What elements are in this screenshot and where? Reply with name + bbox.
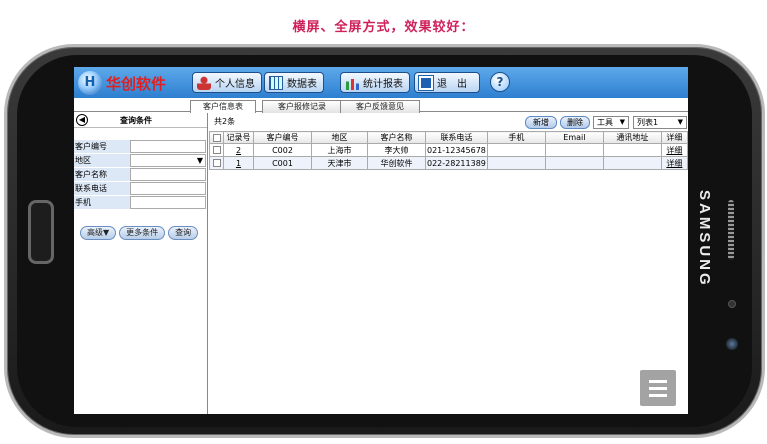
column-header[interactable]: 通讯地址 (602, 131, 662, 144)
region: 上海市 (311, 143, 368, 157)
home-button[interactable] (28, 200, 54, 264)
column-header[interactable]: 联系电话 (425, 131, 488, 144)
customer-name-input[interactable] (130, 168, 206, 181)
grid-icon (269, 75, 283, 90)
record-id[interactable]: 2 (223, 143, 254, 157)
query-panel: ◀ 查询条件 客户编号 地区 ▼ 客户名称 联系电话 手机 高级▼ 更多条件 查… (74, 113, 208, 414)
record-id[interactable]: 1 (223, 156, 254, 170)
help-icon[interactable]: ? (490, 72, 510, 92)
customer-table: 记录号 客户编号 地区 客户名称 联系电话 手机 Email 通讯地址 详细 2… (209, 131, 688, 170)
list-select-value: 列表1 (637, 118, 659, 127)
device-brand-label: SAMSUNG (696, 190, 713, 288)
app-screen: H 华创软件 个人信息 数据表 统计报表 退 出 ? 客户信息表 客户报修记录 … (74, 67, 688, 414)
advanced-button[interactable]: 高级▼ (80, 226, 117, 240)
chart-icon (345, 75, 359, 90)
detail-link[interactable]: 详细 (660, 156, 688, 170)
form-row-phone: 联系电话 (74, 182, 207, 196)
mobile (486, 143, 546, 157)
region-select[interactable]: ▼ (130, 154, 206, 167)
customer-name: 华创软件 (367, 156, 426, 170)
field-label: 联系电话 (74, 182, 130, 195)
column-header[interactable]: 客户名称 (367, 131, 426, 144)
email (544, 156, 604, 170)
column-header[interactable]: Email (544, 131, 604, 144)
row-checkbox[interactable] (209, 143, 224, 157)
column-header[interactable]: 详细 (660, 131, 688, 144)
more-conditions-button[interactable]: 更多条件 (119, 226, 166, 240)
tab-feedback[interactable]: 客户反馈意见 (340, 100, 420, 113)
column-header[interactable]: 地区 (311, 131, 368, 144)
form-row-mobile: 手机 (74, 196, 207, 210)
column-header[interactable]: 手机 (486, 131, 546, 144)
mobile (486, 156, 546, 170)
statistics-report-button[interactable]: 统计报表 (340, 72, 410, 93)
exit-label: 退 出 (437, 79, 467, 90)
exit-button[interactable]: 退 出 (414, 72, 480, 93)
page-caption: 横屏、全屏方式，效果较好： (292, 20, 475, 35)
query-buttons: 高级▼ 更多条件 查询 (80, 226, 199, 240)
statistics-report-label: 统计报表 (363, 79, 403, 90)
data-table-label: 数据表 (287, 79, 317, 90)
column-header[interactable]: 记录号 (223, 131, 254, 144)
camera-icon (726, 338, 738, 350)
row-checkbox[interactable] (209, 156, 224, 170)
field-label: 客户名称 (74, 168, 130, 181)
query-button[interactable]: 查询 (168, 226, 199, 240)
column-header[interactable]: 客户编号 (253, 131, 312, 144)
app-logo-icon: H (78, 71, 102, 95)
data-table-button[interactable]: 数据表 (264, 72, 324, 93)
form-row-code: 客户编号 (74, 140, 207, 154)
tab-bar: 客户信息表 客户报修记录 客户反馈意见 (74, 98, 688, 114)
detail-link[interactable]: 详细 (660, 143, 688, 157)
address (602, 156, 662, 170)
phone: 022-28211389 (425, 156, 488, 170)
person-icon (197, 75, 211, 90)
new-button[interactable]: 新增 (525, 116, 557, 129)
field-label: 手机 (74, 196, 130, 209)
app-name: 华创软件 (106, 75, 167, 93)
collapse-icon[interactable]: ◀ (76, 114, 88, 126)
personal-info-button[interactable]: 个人信息 (192, 72, 262, 93)
field-label: 客户编号 (74, 140, 130, 153)
delete-button[interactable]: 删除 (560, 116, 590, 129)
mobile-input[interactable] (130, 196, 206, 209)
address (602, 143, 662, 157)
data-grid-panel: 共2条 新增 删除 工具 ▼ 列表1 ▼ 记录号 客户编号 地区 客户名称 联系… (209, 113, 688, 414)
table-header-row: 记录号 客户编号 地区 客户名称 联系电话 手机 Email 通讯地址 详细 (209, 131, 688, 144)
form-row-region: 地区 ▼ (74, 154, 207, 168)
customer-code-input[interactable] (130, 140, 206, 153)
customer-code: C002 (253, 143, 312, 157)
tab-repair-records[interactable]: 客户报修记录 (262, 100, 342, 113)
select-all-checkbox[interactable] (209, 131, 224, 144)
form-row-name: 客户名称 (74, 168, 207, 182)
tab-customer-info[interactable]: 客户信息表 (190, 100, 256, 114)
sensor-icon (728, 300, 736, 308)
app-toolbar: H 华创软件 个人信息 数据表 统计报表 退 出 ? (74, 67, 688, 98)
field-label: 地区 (74, 154, 130, 167)
tools-select[interactable]: 工具 ▼ (593, 116, 629, 129)
speaker-grille (728, 200, 734, 260)
chevron-down-icon: ▼ (677, 118, 683, 126)
chevron-down-icon: ▼ (619, 118, 625, 126)
phone-input[interactable] (130, 182, 206, 195)
query-panel-title: 查询条件 (120, 116, 152, 125)
record-count: 共2条 (214, 117, 236, 126)
phone: 021-12345678 (425, 143, 488, 157)
list-select[interactable]: 列表1 ▼ (633, 116, 687, 129)
personal-info-label: 个人信息 (215, 79, 255, 90)
customer-code: C001 (253, 156, 312, 170)
tools-select-value: 工具 (597, 118, 613, 127)
exit-icon (418, 74, 434, 91)
email (544, 143, 604, 157)
table-row[interactable]: 1 C001 天津市 华创软件 022-28211389 详细 (209, 156, 688, 170)
customer-name: 李大帅 (367, 143, 426, 157)
query-panel-header: ◀ 查询条件 (74, 113, 207, 128)
menu-icon[interactable] (640, 370, 676, 406)
table-row[interactable]: 2 C002 上海市 李大帅 021-12345678 详细 (209, 143, 688, 157)
region: 天津市 (311, 156, 368, 170)
